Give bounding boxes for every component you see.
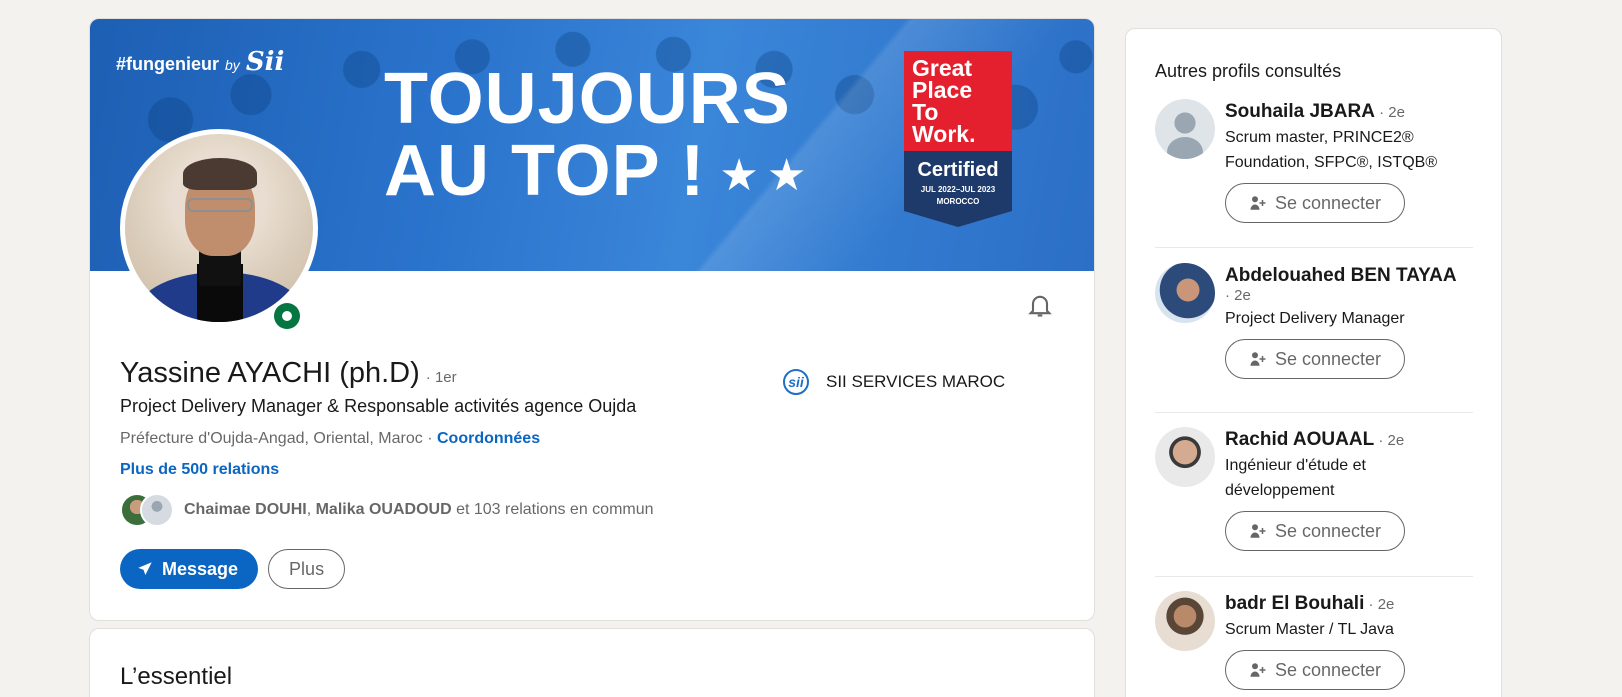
divider — [1155, 576, 1473, 577]
person-name[interactable]: Abdelouahed BEN TAYAA — [1225, 265, 1457, 286]
section-title: L’essentiel — [120, 663, 233, 690]
add-person-icon — [1250, 196, 1266, 210]
profile-name-row: Yassine AYACHI (ph.D) · 1er — [120, 357, 457, 390]
bell-icon[interactable] — [1026, 291, 1054, 319]
person-name[interactable]: Souhaila JBARA — [1225, 101, 1375, 122]
svg-text:sii: sii — [788, 374, 805, 390]
profile-actions: Message Plus — [120, 549, 346, 589]
person-avatar[interactable] — [1155, 591, 1215, 651]
banner-headline: TOUJOURS AU TOP ! ★★ — [384, 59, 815, 211]
relations-link[interactable]: Plus de 500 relations — [120, 461, 279, 479]
person-title: Project Delivery Manager — [1225, 310, 1405, 327]
profile-card: #fungenieur by Sii TOUJOURS AU TOP ! ★★ Gre… — [89, 18, 1095, 621]
current-company[interactable]: sii SII SERVICES MAROC — [776, 369, 1005, 395]
person-title: Ingénieur d'étude et développement — [1225, 457, 1366, 499]
essentiel-card: L’essentiel — [89, 628, 1095, 697]
person-name[interactable]: badr El Bouhali — [1225, 593, 1364, 614]
profile-name: Yassine AYACHI (ph.D) — [120, 357, 420, 389]
connect-button[interactable]: Se connecter — [1225, 511, 1405, 551]
profile-location: Préfecture d'Oujda-Angad, Oriental, Maro… — [120, 430, 541, 447]
add-person-icon — [1250, 524, 1266, 538]
profile-headline: Project Delivery Manager & Responsable a… — [120, 396, 637, 416]
person-name[interactable]: Rachid AOUAAL — [1225, 429, 1374, 450]
send-icon — [138, 562, 152, 575]
divider — [1155, 247, 1473, 248]
mutual-avatar — [140, 493, 174, 527]
great-place-to-work-badge: Great Place To Work. Certified JUL 2022–… — [904, 51, 1012, 231]
person-avatar[interactable] — [1155, 263, 1215, 323]
connection-degree: · 1er — [425, 369, 457, 386]
sii-logo: Sii — [245, 47, 285, 77]
person-title: Scrum Master / TL Java — [1225, 621, 1394, 638]
connect-button[interactable]: Se connecter — [1225, 183, 1405, 223]
connect-button[interactable]: Se connecter — [1225, 650, 1405, 690]
company-name: SII SERVICES MAROC — [826, 372, 1006, 391]
divider — [1155, 412, 1473, 413]
person-avatar[interactable] — [1155, 99, 1215, 159]
online-status-icon — [270, 299, 304, 333]
profile-avatar[interactable] — [120, 129, 318, 327]
add-person-icon — [1250, 663, 1266, 677]
add-person-icon — [1250, 352, 1266, 366]
more-button[interactable]: Plus — [268, 549, 346, 589]
sii-company-logo-icon: sii — [783, 369, 809, 395]
sidebar-title: Autres profils consultés — [1155, 61, 1342, 81]
banner-hashtag: #fungenieur by Sii — [116, 47, 285, 77]
message-button[interactable]: Message — [120, 549, 259, 589]
person-avatar[interactable] — [1155, 427, 1215, 487]
person-title: Scrum master, PRINCE2® Foundation, SFPC®… — [1225, 129, 1438, 171]
contact-info-link[interactable]: Coordonnées — [437, 430, 540, 447]
other-profiles-card: Autres profils consultés Souhaila JBARA … — [1125, 28, 1502, 697]
stars-icon: ★★ — [719, 150, 815, 200]
connect-button[interactable]: Se connecter — [1225, 339, 1405, 379]
mutual-connections[interactable]: Chaimae DOUHI, Malika OUADOUD et 103 rel… — [120, 493, 654, 527]
